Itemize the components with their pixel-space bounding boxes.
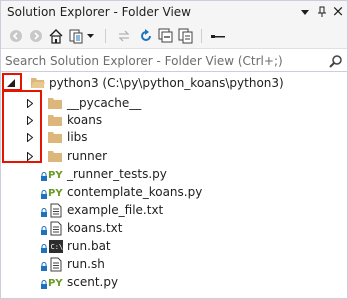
svg-text:PY: PY: [48, 278, 63, 288]
svg-text:PY: PY: [48, 188, 63, 198]
switch-views-icon[interactable]: [67, 27, 85, 45]
file-label: example_file.txt: [67, 203, 164, 217]
lock-icon: [41, 188, 47, 199]
text-file-icon: [48, 220, 64, 236]
python-file-icon: PY: [48, 166, 64, 182]
svg-text:C:\: C:\: [51, 243, 64, 251]
expand-arrow-icon[interactable]: [25, 150, 35, 162]
home-icon[interactable]: [47, 27, 65, 45]
python-file-icon: PY: [48, 274, 64, 290]
file-label: scent.py: [67, 275, 119, 289]
file-label: koans.txt: [67, 221, 123, 235]
sync-icon[interactable]: [115, 27, 133, 45]
lock-icon: [41, 224, 47, 235]
refresh-icon[interactable]: [137, 27, 155, 45]
close-icon[interactable]: ×: [332, 4, 345, 19]
tree-file-row[interactable]: run.sh: [1, 255, 347, 273]
lock-icon: [41, 242, 47, 253]
pin-icon[interactable]: [317, 5, 327, 19]
folder-label: libs: [67, 130, 88, 144]
folder-icon: [47, 95, 63, 111]
toolbar-separator: [201, 29, 202, 43]
tree-file-row[interactable]: example_file.txt: [1, 201, 347, 219]
dropdown-icon[interactable]: [85, 27, 95, 45]
collapse-arrow-icon[interactable]: [6, 77, 16, 89]
toolbar: [1, 23, 347, 49]
file-label: _runner_tests.py: [67, 167, 167, 181]
tree-file-row[interactable]: C:\ run.bat: [1, 237, 347, 255]
lock-icon: [41, 170, 47, 181]
tree-folder-row[interactable]: libs: [1, 128, 347, 146]
svg-text:PY: PY: [48, 170, 63, 180]
search-bar[interactable]: Search Solution Explorer - Folder View (…: [1, 50, 347, 72]
properties-icon[interactable]: [209, 27, 227, 45]
python-file-icon: PY: [48, 184, 64, 200]
file-label: run.sh: [67, 257, 105, 271]
tree-file-row[interactable]: PY _runner_tests.py: [1, 165, 347, 183]
solution-explorer-window: Solution Explorer - Folder View × Search…: [0, 0, 348, 299]
tree-root-label: python3 (C:\py\python_koans\python3): [49, 76, 284, 90]
forward-icon[interactable]: [27, 27, 45, 45]
tree-file-row[interactable]: koans.txt: [1, 219, 347, 237]
search-input[interactable]: Search Solution Explorer - Folder View (…: [5, 54, 283, 68]
tree-root-row[interactable]: python3 (C:\py\python_koans\python3): [1, 74, 347, 92]
collapse-all-icon[interactable]: [157, 27, 175, 45]
tree-folder-row[interactable]: runner: [1, 147, 347, 165]
tree-file-row[interactable]: PY contemplate_koans.py: [1, 183, 347, 201]
expand-arrow-icon[interactable]: [25, 114, 35, 126]
file-label: contemplate_koans.py: [67, 185, 203, 199]
folder-icon: [47, 148, 63, 164]
toolbar-separator: [105, 29, 106, 43]
expand-arrow-icon[interactable]: [25, 97, 35, 109]
window-title: Solution Explorer - Folder View: [7, 5, 191, 19]
back-icon[interactable]: [7, 27, 25, 45]
tree-folder-row[interactable]: __pycache__: [1, 94, 347, 112]
text-file-icon: [48, 202, 64, 218]
folder-label: runner: [67, 149, 108, 163]
window-position-dropdown-icon[interactable]: [300, 5, 310, 19]
lock-icon: [41, 260, 47, 271]
lock-icon: [41, 278, 47, 289]
search-icon[interactable]: [329, 54, 343, 68]
folder-label: __pycache__: [67, 96, 142, 110]
show-all-files-icon[interactable]: [177, 27, 195, 45]
folder-icon: [47, 129, 63, 145]
folder-label: koans: [67, 113, 103, 127]
batch-file-icon: C:\: [48, 238, 64, 254]
folder-icon: [47, 112, 63, 128]
tree-file-row[interactable]: PY scent.py: [1, 273, 347, 291]
text-file-icon: [48, 256, 64, 272]
folder-open-icon: [30, 75, 46, 91]
title-bar: Solution Explorer - Folder View ×: [1, 1, 347, 23]
expand-arrow-icon[interactable]: [25, 131, 35, 143]
lock-icon: [41, 206, 47, 217]
file-label: run.bat: [67, 239, 111, 253]
tree-folder-row[interactable]: koans: [1, 111, 347, 129]
